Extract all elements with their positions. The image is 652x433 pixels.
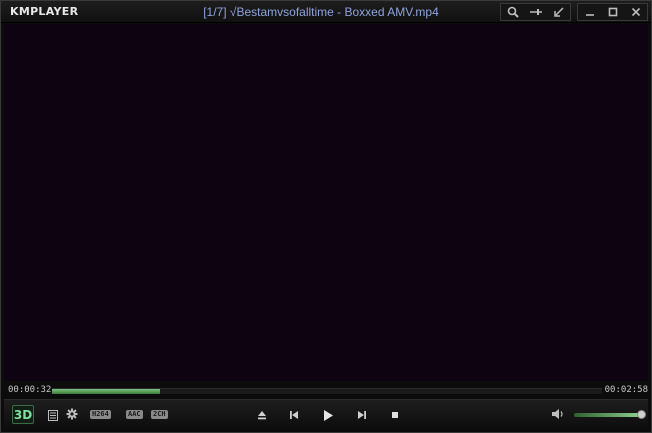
maximize-button[interactable] [601,4,624,20]
compact-icon [553,7,564,17]
seek-bar[interactable] [52,388,602,394]
search-button[interactable] [501,4,524,20]
seek-progress-fill [52,389,161,394]
control-bar: 3D H264 AAC 2CH [4,399,648,429]
close-button[interactable] [624,4,647,20]
title-bar-buttons [494,3,648,21]
search-icon [507,6,519,18]
minimize-icon [585,14,594,16]
skip-next-icon [358,411,366,419]
compact-mode-button[interactable] [547,4,570,20]
open-file-button[interactable] [255,408,269,422]
current-time: 00:00:32 [8,385,52,395]
window-title: [1/7] √Bestamvsofalltime - Boxxed AMV.mp… [203,5,439,19]
speaker-icon [552,409,563,419]
play-icon [324,409,333,421]
title-bar[interactable]: KMPLAYER [1/7] √Bestamvsofalltime - Boxx… [1,1,651,23]
skip-previous-icon [290,411,298,419]
gear-icon [66,408,78,420]
pin-icon [529,9,542,15]
close-icon [631,7,640,17]
minimize-button[interactable] [578,4,601,20]
3d-button[interactable]: 3D [12,405,34,424]
playlist-button[interactable] [47,408,59,422]
playlist-icon [48,409,58,421]
tool-button-group [500,3,571,21]
volume-knob[interactable] [637,410,646,419]
stop-button[interactable] [388,408,402,422]
kmplayer-window: KMPLAYER [1/7] √Bestamvsofalltime - Boxx… [0,0,652,433]
video-codec-badge[interactable]: H264 [90,410,111,419]
maximize-icon [608,7,617,17]
video-area[interactable] [4,24,648,381]
eject-icon [258,411,266,420]
volume-fill [574,413,641,417]
stop-icon [392,412,398,418]
pin-button[interactable] [524,4,547,20]
total-time: 00:02:58 [604,385,648,395]
seek-area: 00:00:32 00:02:58 [1,384,651,398]
volume-slider[interactable] [574,410,646,419]
app-logo: KMPLAYER [10,5,79,18]
window-button-group [577,3,648,21]
audio-codec-badge[interactable]: AAC [126,410,143,419]
settings-button[interactable] [65,407,79,421]
mute-button[interactable] [550,407,566,421]
play-button[interactable] [320,407,336,423]
next-button[interactable] [355,408,369,422]
previous-button[interactable] [287,408,301,422]
audio-channels-badge[interactable]: 2CH [151,410,168,419]
